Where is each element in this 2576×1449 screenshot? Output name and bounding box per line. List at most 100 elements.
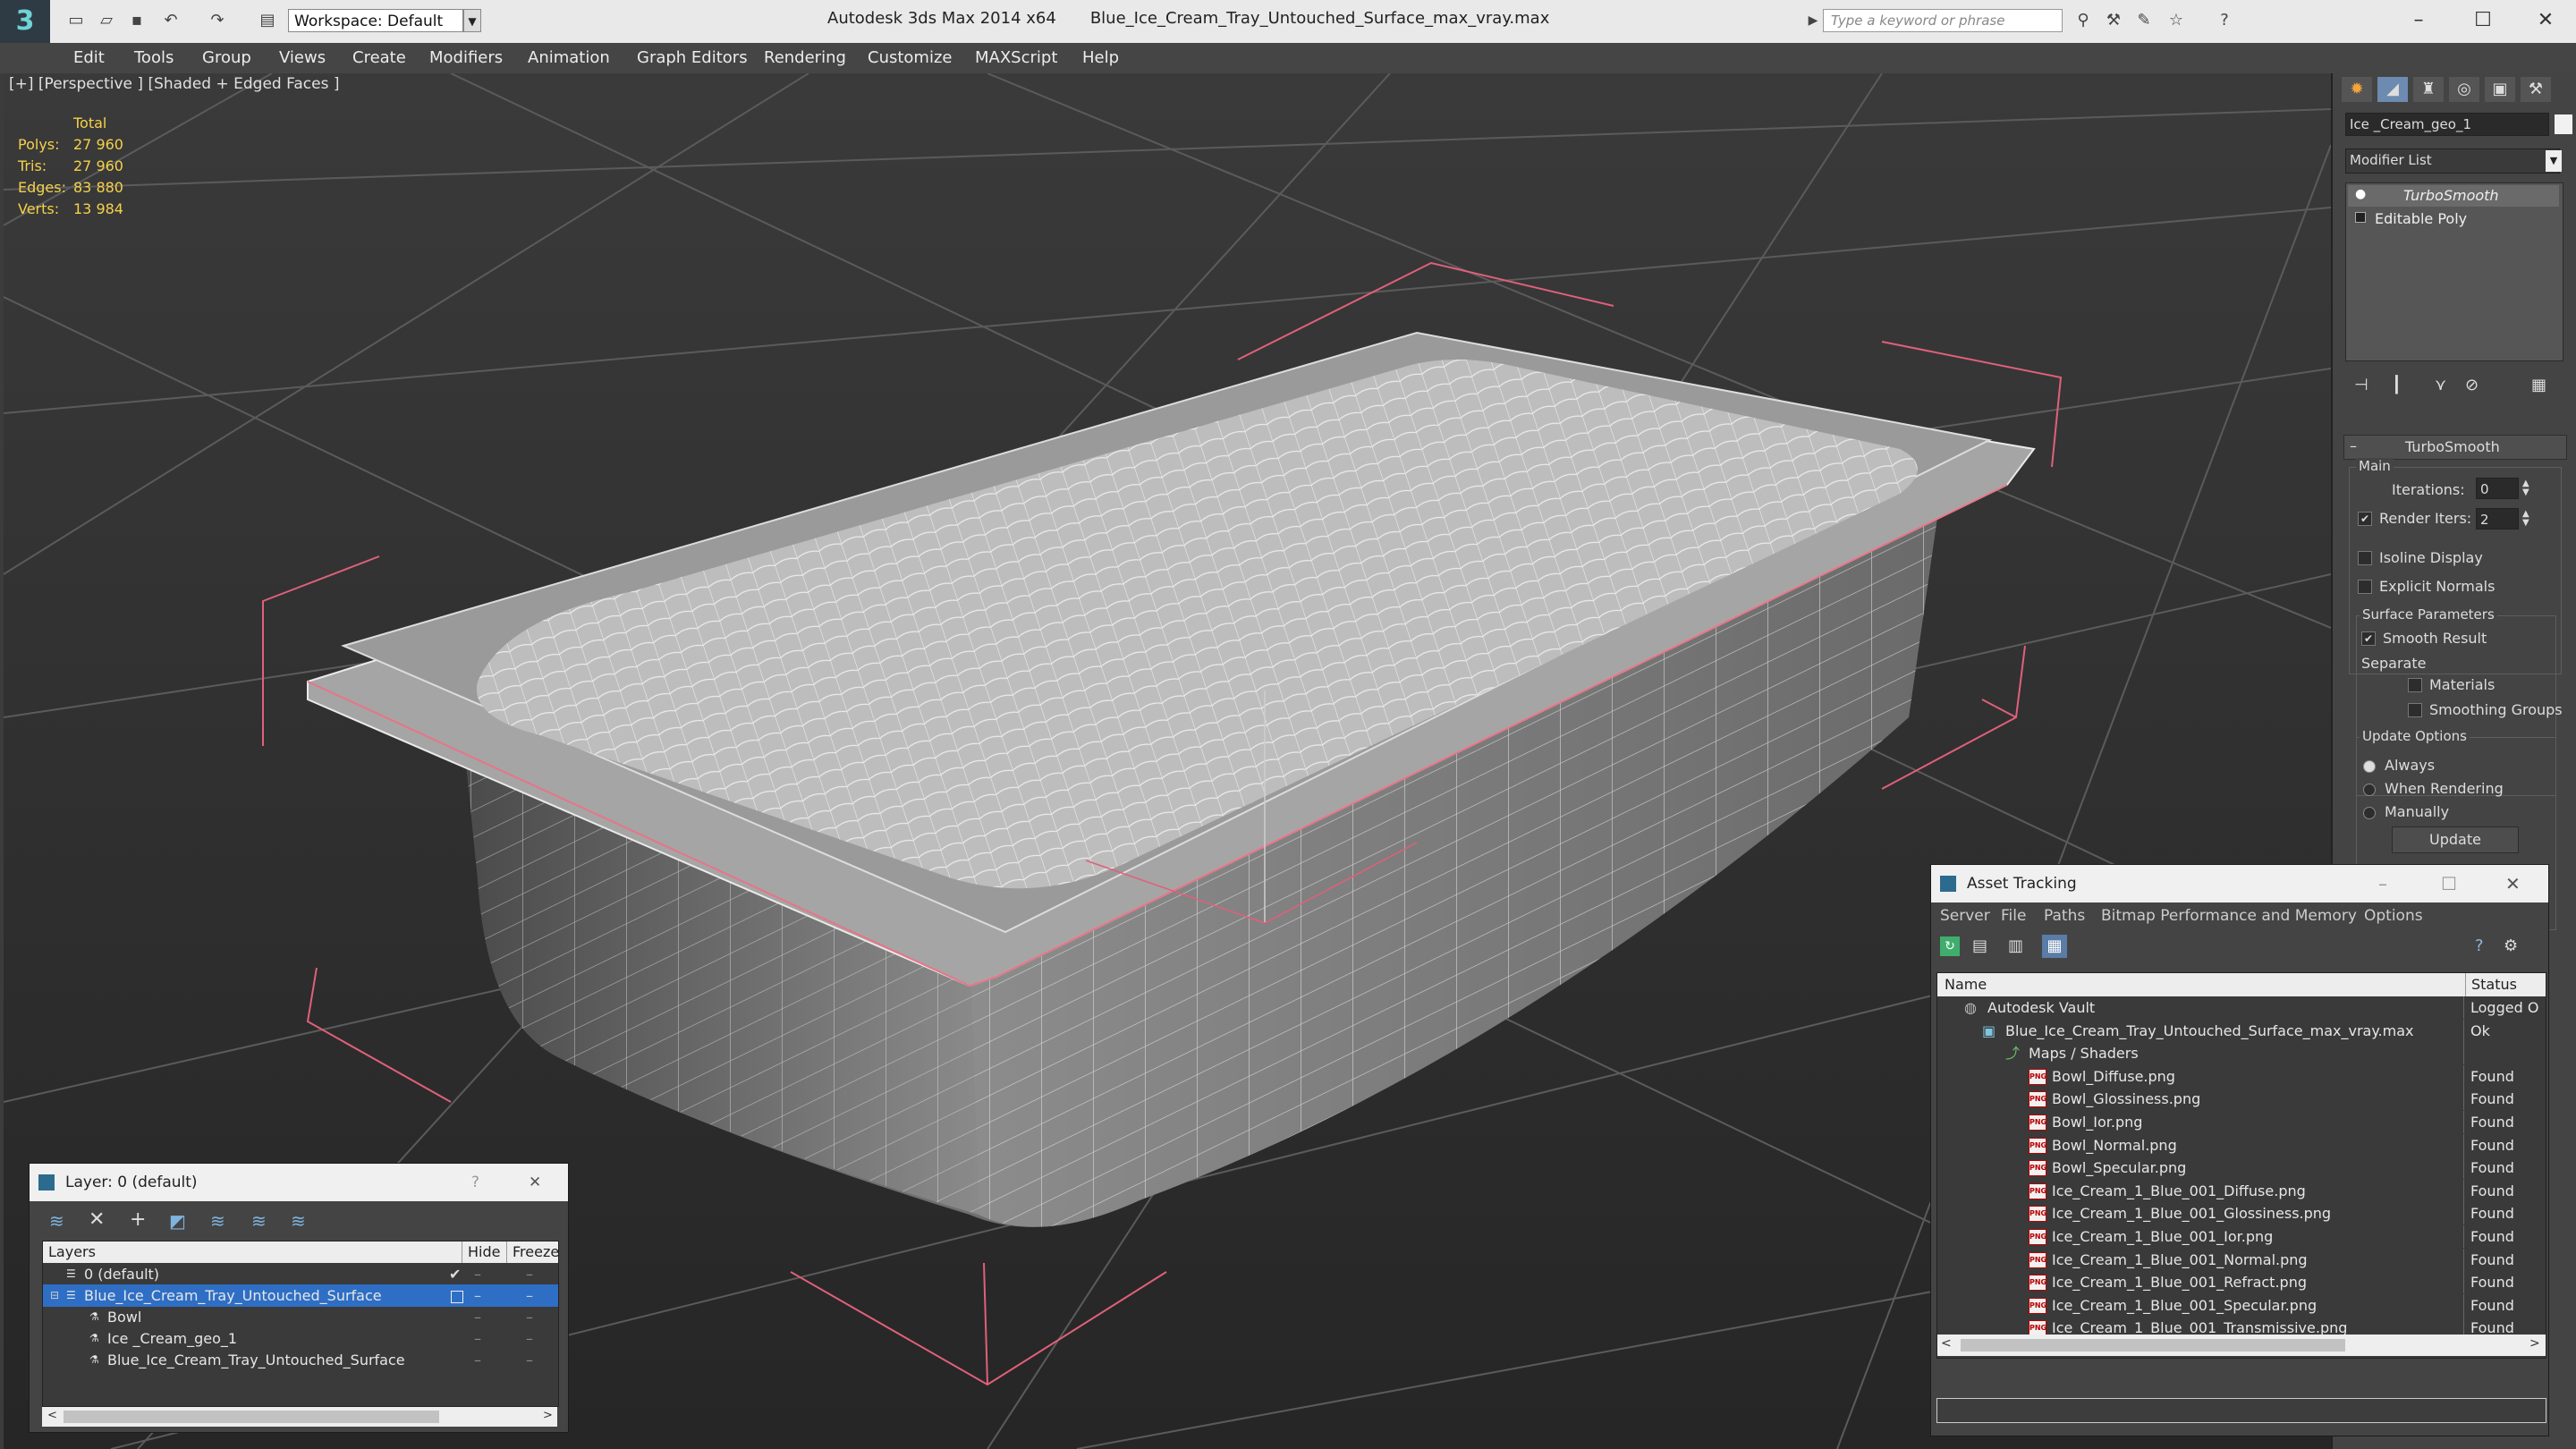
workspace-dropdown[interactable]: Workspace: Default (288, 9, 463, 32)
make-unique-icon[interactable]: ⋎ (2435, 376, 2446, 394)
column-layers[interactable]: Layers (48, 1241, 96, 1263)
object-row[interactable]: ⚗ Bowl – – (43, 1306, 558, 1328)
pin-stack-icon[interactable]: ⊣ (2354, 376, 2368, 394)
column-hide[interactable]: Hide (462, 1241, 500, 1263)
asset-row[interactable]: ▣ Blue_Ice_Cream_Tray_Untouched_Surface_m… (1937, 1019, 2546, 1042)
update-button[interactable]: Update (2392, 826, 2519, 853)
explicit-normals-checkbox[interactable] (2358, 580, 2372, 594)
column-status[interactable]: Status (2465, 973, 2517, 996)
favorites-star-icon[interactable]: ☆ (2166, 11, 2186, 30)
add-to-layer-icon[interactable]: + (130, 1208, 146, 1231)
asset-row[interactable]: PNG Bowl_Specular.png Found (1937, 1157, 2546, 1180)
rollout-header-turbosmooth[interactable]: – TurboSmooth (2343, 435, 2567, 460)
menu-tools[interactable]: Tools (134, 43, 174, 73)
current-layer-check-icon[interactable]: ✔ (449, 1263, 461, 1285)
asset-row[interactable]: PNG Ice_Cream_1_Blue_001_Ior.png Found (1937, 1225, 2546, 1248)
scrollbar-thumb[interactable] (64, 1411, 439, 1423)
hide-all-icon[interactable]: ≋ (251, 1210, 267, 1232)
asset-row[interactable]: PNG Ice_Cream_1_Blue_001_Specular.png Foun… (1937, 1293, 2546, 1317)
stack-item-editable-poly[interactable]: Editable Poly (2348, 208, 2559, 230)
show-end-result-icon[interactable]: ┃ (2392, 376, 2402, 394)
horizontal-scrollbar[interactable]: < > (1937, 1335, 2546, 1356)
layer-row-selected[interactable]: ⊟ ☰ Blue_Ice_Cream_Tray_Untouched_Surfac… (43, 1284, 558, 1307)
scroll-right-icon[interactable]: > (2529, 1336, 2540, 1351)
table-view-icon[interactable]: ▦ (2042, 935, 2067, 958)
column-name[interactable]: Name (1945, 973, 1987, 996)
asset-row[interactable]: PNG Bowl_Glossiness.png Found (1937, 1088, 2546, 1111)
menu-views[interactable]: Views (279, 43, 326, 73)
lightbulb-icon[interactable]: ● (2355, 187, 2366, 201)
project-folder-icon[interactable]: ▤ (258, 11, 277, 30)
freeze-all-icon[interactable]: ≋ (291, 1210, 306, 1232)
maximize-button[interactable]: ☐ (2441, 865, 2457, 902)
asset-row[interactable]: ⤴ Maps / Shaders (1937, 1042, 2546, 1065)
freeze-toggle[interactable]: – (526, 1349, 533, 1371)
subscription-icon[interactable]: ⚒ (2104, 11, 2123, 30)
hierarchy-tab-icon[interactable]: ♜ (2413, 77, 2444, 102)
minimize-button[interactable]: – (2378, 865, 2387, 902)
redo-icon[interactable]: ↷ (208, 11, 227, 30)
hide-toggle[interactable]: – (474, 1284, 481, 1307)
hide-toggle[interactable]: – (474, 1306, 481, 1328)
object-row[interactable]: ⚗ Ice _Cream_geo_1 – – (43, 1327, 558, 1350)
hide-toggle[interactable]: – (474, 1327, 481, 1350)
asset-menu-bitmap[interactable]: Bitmap Performance and Memory (2101, 902, 2357, 929)
motion-tab-icon[interactable]: ◎ (2449, 77, 2479, 102)
freeze-toggle[interactable]: – (526, 1327, 533, 1350)
asset-row[interactable]: PNG Bowl_Diffuse.png Found (1937, 1064, 2546, 1088)
display-tab-icon[interactable]: ▣ (2485, 77, 2515, 102)
menu-graph-editors[interactable]: Graph Editors (637, 43, 748, 73)
help-icon[interactable]: ? (2215, 11, 2234, 30)
render-iters-spinner[interactable]: ▲ ▼ (2522, 510, 2529, 528)
modify-tab-icon[interactable]: ◢ (2377, 77, 2408, 102)
make-current-box[interactable] (451, 1291, 463, 1303)
materials-checkbox[interactable] (2408, 678, 2422, 692)
close-button[interactable]: ✕ (2528, 7, 2563, 34)
iterations-field[interactable]: 0 (2476, 478, 2519, 499)
object-row[interactable]: ⚗ Blue_Ice_Cream_Tray_Untouched_Surface … (43, 1349, 558, 1371)
close-button[interactable]: ✕ (529, 1164, 541, 1201)
viewport-label[interactable]: [+] [Perspective ] [Shaded + Edged Faces… (9, 75, 339, 93)
menu-group[interactable]: Group (202, 43, 251, 73)
always-radio[interactable] (2363, 760, 2376, 773)
asset-menu-file[interactable]: File (2001, 902, 2026, 929)
scroll-left-icon[interactable]: < (1941, 1336, 1952, 1351)
iterations-spinner[interactable]: ▲ ▼ (2522, 479, 2529, 497)
maximize-button[interactable]: ☐ (2465, 7, 2501, 34)
help-icon[interactable]: ? (2475, 936, 2484, 955)
smooth-result-checkbox[interactable]: ✔ (2361, 631, 2376, 646)
modifier-list-dropdown[interactable]: Modifier List (2345, 148, 2560, 174)
search-expand-icon[interactable]: ▶ (1803, 11, 1823, 30)
asset-row[interactable]: ◍ Autodesk Vault Logged O (1937, 996, 2546, 1019)
freeze-toggle[interactable]: – (526, 1284, 533, 1307)
create-tab-icon[interactable]: ✹ (2342, 77, 2372, 102)
menu-rendering[interactable]: Rendering (764, 43, 846, 73)
freeze-toggle[interactable]: – (526, 1263, 533, 1285)
render-iters-field[interactable]: 2 (2476, 508, 2519, 530)
delete-layer-icon[interactable]: ✕ (89, 1208, 105, 1231)
open-file-icon[interactable]: ▱ (97, 11, 116, 30)
column-freeze[interactable]: Freeze (506, 1241, 559, 1263)
chevron-down-icon[interactable]: ▼ (463, 9, 481, 32)
scroll-left-icon[interactable]: < (47, 1409, 57, 1422)
scroll-right-icon[interactable]: > (543, 1409, 553, 1422)
select-objects-icon[interactable]: ◩ (169, 1210, 186, 1232)
collapse-icon[interactable]: – (2350, 437, 2357, 454)
isoline-checkbox[interactable] (2358, 551, 2372, 565)
help-button[interactable]: ? (471, 1164, 479, 1201)
collapse-icon[interactable]: ⊟ (50, 1284, 59, 1307)
configure-sets-icon[interactable]: ▦ (2531, 376, 2546, 394)
asset-menu-server[interactable]: Server (1940, 902, 1990, 929)
asset-row[interactable]: PNG Bowl_Normal.png Found (1937, 1133, 2546, 1157)
asset-row[interactable]: PNG Ice_Cream_1_Blue_001_Refract.png Found (1937, 1271, 2546, 1294)
object-color-swatch[interactable] (2555, 114, 2572, 134)
utilities-tab-icon[interactable]: ⚒ (2521, 77, 2551, 102)
asset-row[interactable]: PNG Bowl_Ior.png Found (1937, 1111, 2546, 1133)
menu-edit[interactable]: Edit (73, 43, 105, 73)
asset-menu-options[interactable]: Options (2364, 902, 2423, 929)
communication-icon[interactable]: ✎ (2134, 11, 2154, 30)
asset-menu-paths[interactable]: Paths (2044, 902, 2085, 929)
when-rendering-radio[interactable] (2363, 784, 2376, 796)
menu-create[interactable]: Create (352, 43, 406, 73)
save-file-icon[interactable]: ▪ (127, 11, 147, 30)
